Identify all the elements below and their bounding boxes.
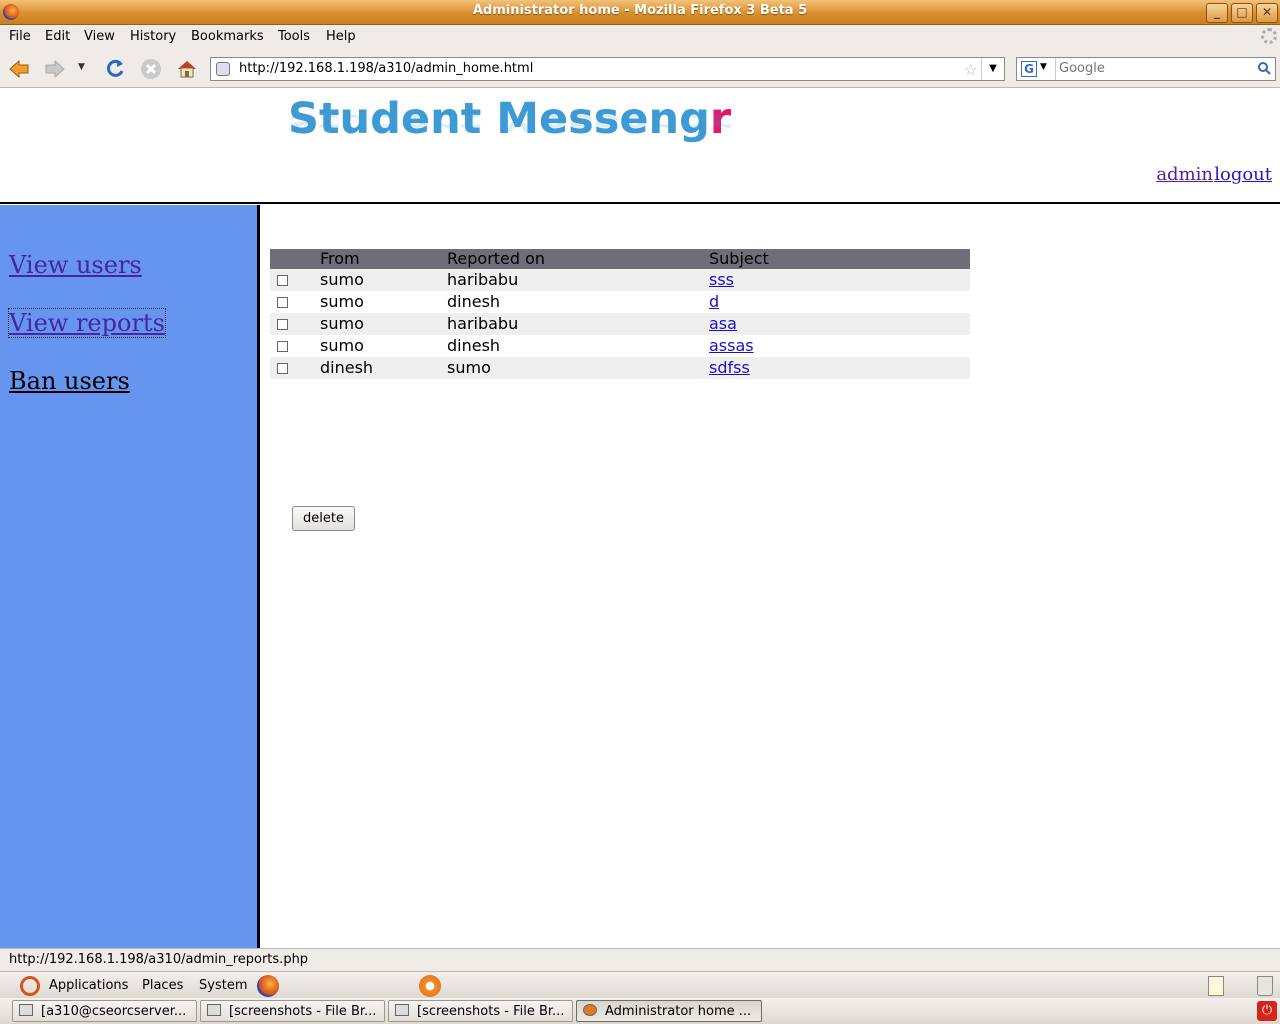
minimize-button[interactable]: _ — [1206, 3, 1228, 23]
firefox-launcher-icon[interactable] — [257, 975, 279, 997]
history-dropdown-icon[interactable]: ▼ — [78, 62, 92, 76]
menu-help[interactable]: Help — [326, 29, 356, 44]
panel-menu-system[interactable]: System — [199, 978, 247, 993]
row-checkbox[interactable] — [277, 341, 288, 352]
table-row: sumo dinesh assas — [270, 335, 970, 357]
cell-reported-on: haribabu — [447, 313, 709, 335]
file-browser-icon — [395, 1004, 409, 1016]
cell-reported-on: haribabu — [447, 269, 709, 291]
url-bar[interactable]: http://192.168.1.198/a310/admin_home.htm… — [210, 57, 1005, 81]
panel-menu-applications[interactable]: Applications — [49, 978, 128, 993]
trash-icon[interactable] — [1257, 976, 1273, 996]
table-row: sumo haribabu asa — [270, 313, 970, 335]
stop-icon — [141, 59, 161, 79]
row-checkbox[interactable] — [277, 363, 288, 374]
menu-view[interactable]: View — [84, 29, 115, 44]
row-checkbox[interactable] — [277, 319, 288, 330]
ubuntu-logo-icon[interactable] — [20, 976, 40, 996]
reload-button[interactable] — [104, 58, 126, 80]
taskbar-item-file-browser[interactable]: [screenshots - File Br... — [388, 1000, 573, 1022]
window-title: Administrator home - Mozilla Firefox 3 B… — [472, 3, 808, 18]
throbber-icon — [1261, 28, 1277, 44]
gnome-panel: Applications Places System — [0, 971, 1280, 1000]
delete-button[interactable]: delete — [292, 506, 355, 531]
logo-reflection: Student Messengr — [288, 108, 732, 137]
page-content: Student Messengr Student Messengr admin … — [0, 88, 1280, 948]
chevron-down-icon: ▼ — [1040, 62, 1047, 72]
search-input[interactable] — [1059, 61, 1249, 76]
url-text[interactable]: http://192.168.1.198/a310/admin_home.htm… — [239, 61, 533, 76]
table-row: dinesh sumo sdfss — [270, 357, 970, 379]
sidebar-item-ban-users[interactable]: Ban users — [9, 367, 130, 395]
table-row: sumo haribabu sss — [270, 269, 970, 291]
status-bar: http://192.168.1.198/a310/admin_reports.… — [0, 948, 1280, 971]
menu-file[interactable]: File — [9, 29, 31, 44]
cell-from: sumo — [320, 269, 447, 291]
menu-tools[interactable]: Tools — [278, 29, 310, 44]
cell-reported-on: dinesh — [447, 335, 709, 357]
terminal-icon — [19, 1004, 33, 1016]
power-icon[interactable]: ⏻ — [1257, 1001, 1277, 1021]
site-identity-icon[interactable] — [216, 62, 230, 76]
row-checkbox[interactable] — [277, 275, 288, 286]
reports-table: From Reported on Subject sumo haribabu s… — [270, 249, 970, 379]
cell-from: sumo — [320, 291, 447, 313]
cell-from: dinesh — [320, 357, 447, 379]
maximize-button[interactable]: □ — [1231, 3, 1253, 23]
search-bar[interactable]: G ▼ — [1016, 57, 1276, 81]
row-checkbox[interactable] — [277, 297, 288, 308]
menu-history[interactable]: History — [130, 29, 176, 44]
subject-link[interactable]: d — [709, 292, 719, 311]
firefox-icon — [583, 1004, 597, 1016]
google-icon: G — [1021, 61, 1037, 77]
column-header-select — [270, 249, 320, 269]
app-launcher-icon[interactable] — [419, 975, 441, 997]
cell-reported-on: sumo — [447, 357, 709, 379]
home-button[interactable] — [176, 58, 198, 80]
taskbar-item-firefox[interactable]: Administrator home ... — [576, 1000, 762, 1022]
back-arrow-icon — [9, 59, 29, 79]
forward-arrow-icon — [45, 59, 65, 79]
stop-button[interactable] — [140, 58, 162, 80]
column-header-reported-on: Reported on — [447, 249, 709, 269]
sidebar-item-view-users[interactable]: View users — [9, 251, 142, 279]
column-header-from: From — [320, 249, 447, 269]
logout-link[interactable]: logout — [1214, 164, 1272, 185]
menu-bookmarks[interactable]: Bookmarks — [191, 29, 264, 44]
close-button[interactable]: ✕ — [1256, 3, 1278, 23]
taskbar: [a310@cseorcserver... [screenshots - Fil… — [0, 998, 1280, 1024]
panel-menu-places[interactable]: Places — [142, 978, 183, 993]
menu-bar: File Edit View History Bookmarks Tools H… — [0, 25, 1280, 48]
cell-from: sumo — [320, 313, 447, 335]
home-icon — [178, 61, 196, 78]
cell-reported-on: dinesh — [447, 291, 709, 313]
table-row: sumo dinesh d — [270, 291, 970, 313]
back-button[interactable] — [8, 58, 30, 80]
bookmark-star-icon[interactable]: ☆ — [964, 60, 978, 79]
url-dropdown-icon[interactable]: ▼ — [981, 58, 1004, 80]
cell-from: sumo — [320, 335, 447, 357]
window-titlebar[interactable]: Administrator home - Mozilla Firefox 3 B… — [0, 0, 1280, 25]
subject-link[interactable]: sdfss — [709, 358, 750, 377]
search-icon[interactable] — [1257, 61, 1271, 75]
subject-link[interactable]: asa — [709, 314, 737, 333]
admin-sidebar: View users View reports Ban users — [0, 205, 260, 948]
file-browser-icon — [207, 1004, 221, 1016]
admin-user-link[interactable]: admin — [1156, 164, 1213, 185]
column-header-subject: Subject — [709, 249, 970, 269]
table-header-row: From Reported on Subject — [270, 249, 970, 269]
menu-edit[interactable]: Edit — [45, 29, 70, 44]
forward-button[interactable] — [44, 58, 66, 80]
reload-icon — [107, 59, 124, 77]
taskbar-item-terminal[interactable]: [a310@cseorcserver... — [12, 1000, 197, 1022]
site-header: Student Messengr Student Messengr admin … — [0, 88, 1280, 204]
sidebar-item-view-reports[interactable]: View reports — [8, 308, 166, 338]
search-engine-button[interactable]: G ▼ — [1017, 58, 1056, 80]
notes-icon[interactable] — [1208, 976, 1224, 996]
status-text: http://192.168.1.198/a310/admin_reports.… — [9, 952, 309, 967]
taskbar-item-file-browser[interactable]: [screenshots - File Br... — [200, 1000, 385, 1022]
subject-link[interactable]: sss — [709, 270, 734, 289]
subject-link[interactable]: assas — [709, 336, 754, 355]
